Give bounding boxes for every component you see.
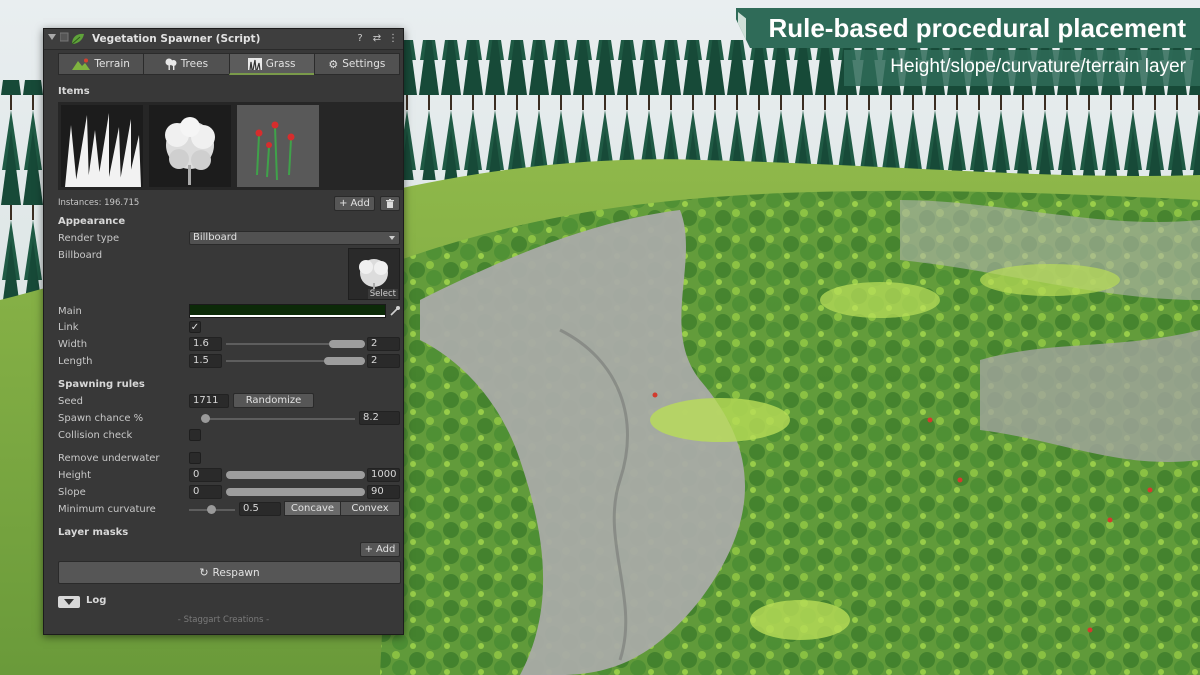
curvature-slider-knob[interactable] xyxy=(207,505,216,514)
tab-label: Grass xyxy=(265,57,296,70)
add-item-button[interactable]: + Add xyxy=(334,196,375,211)
component-header[interactable]: Vegetation Spawner (Script) ? ⇄ ⋮ xyxy=(44,29,403,50)
length-label: Length xyxy=(58,356,93,367)
seed-label: Seed xyxy=(58,396,83,407)
width-min-field[interactable]: 1.6 xyxy=(189,337,222,351)
remove-underwater-label: Remove underwater xyxy=(58,453,160,464)
tab-terrain[interactable]: Terrain xyxy=(58,53,145,75)
vegetation-spawner-inspector: Vegetation Spawner (Script) ? ⇄ ⋮ Terrai… xyxy=(43,28,404,635)
height-max-field[interactable]: 1000 xyxy=(367,468,400,482)
length-max-field[interactable]: 2 xyxy=(367,354,400,368)
foldout-arrow-icon[interactable] xyxy=(48,34,56,40)
add-layer-mask-label: Add xyxy=(376,544,396,555)
spawning-rules-heading: Spawning rules xyxy=(58,379,145,390)
width-max-field[interactable]: 2 xyxy=(367,337,400,351)
flower-item-tile[interactable] xyxy=(237,105,319,187)
bush-texture-thumbnail xyxy=(149,105,231,187)
spawn-chance-field[interactable]: 8.2 xyxy=(359,411,400,425)
height-label: Height xyxy=(58,470,92,481)
grass-texture-thumbnail xyxy=(61,105,143,187)
chevron-down-icon xyxy=(389,236,395,240)
gear-icon: ⚙ xyxy=(328,57,339,71)
tab-label: Terrain xyxy=(94,58,130,70)
width-slider-range[interactable] xyxy=(329,340,365,348)
collision-check-checkbox[interactable] xyxy=(189,429,201,441)
preset-icon[interactable]: ⇄ xyxy=(371,32,383,46)
tab-grass[interactable]: Grass xyxy=(228,53,315,75)
banner-title: Rule-based procedural placement xyxy=(768,13,1186,43)
billboard-label: Billboard xyxy=(58,250,103,261)
tab-trees[interactable]: Trees xyxy=(143,53,230,75)
remove-underwater-checkbox[interactable] xyxy=(189,452,201,464)
trees-icon xyxy=(165,58,177,70)
refresh-icon: ↻ xyxy=(199,566,209,579)
main-color-field[interactable] xyxy=(189,304,386,318)
width-label: Width xyxy=(58,339,88,350)
component-title: Vegetation Spawner (Script) xyxy=(92,33,261,45)
grass-item-tile[interactable] xyxy=(61,105,143,187)
appearance-heading: Appearance xyxy=(58,216,126,227)
seed-field[interactable]: 1711 xyxy=(189,394,229,408)
respawn-label: Respawn xyxy=(212,566,260,579)
more-options-icon[interactable]: ⋮ xyxy=(387,32,399,46)
billboard-texture-field[interactable]: Select xyxy=(348,248,400,300)
plus-icon: + xyxy=(364,544,373,555)
curvature-field[interactable]: 0.5 xyxy=(239,502,281,516)
eyedropper-icon[interactable] xyxy=(389,305,401,317)
instances-count: Instances: 196.715 xyxy=(58,198,140,208)
render-type-value: Billboard xyxy=(193,232,238,243)
tab-label: Settings xyxy=(342,58,386,70)
slope-max-field[interactable]: 90 xyxy=(367,485,400,499)
add-item-label: Add xyxy=(350,198,370,209)
add-layer-mask-button[interactable]: + Add xyxy=(360,542,400,557)
leaf-icon xyxy=(60,32,84,45)
slope-label: Slope xyxy=(58,487,86,498)
convex-toggle[interactable]: Convex xyxy=(340,501,400,516)
height-slider-range[interactable] xyxy=(226,471,365,479)
respawn-button[interactable]: ↻ Respawn xyxy=(58,561,401,584)
delete-item-button[interactable] xyxy=(380,196,400,211)
minimum-curvature-label: Minimum curvature xyxy=(58,504,156,515)
layer-masks-heading: Layer masks xyxy=(58,527,129,538)
trash-icon xyxy=(386,199,394,208)
concave-toggle[interactable]: Concave xyxy=(284,501,341,516)
slope-slider-range[interactable] xyxy=(226,488,365,496)
banner-subtitle: Height/slope/curvature/terrain layer xyxy=(890,56,1186,77)
randomize-button[interactable]: Randomize xyxy=(233,393,314,408)
title-banner: Rule-based procedural placement xyxy=(736,8,1200,48)
spawn-chance-label: Spawn chance % xyxy=(58,413,144,424)
items-grid xyxy=(58,102,403,190)
select-label[interactable]: Select xyxy=(367,289,398,299)
spawn-chance-slider-knob[interactable] xyxy=(201,414,210,423)
collision-check-label: Collision check xyxy=(58,430,133,441)
length-min-field[interactable]: 1.5 xyxy=(189,354,222,368)
slope-min-field[interactable]: 0 xyxy=(189,485,222,499)
tab-bar: Terrain Trees Grass ⚙ Settings xyxy=(58,53,400,75)
footer-credit: - Staggart Creations - xyxy=(177,615,270,625)
plus-icon: + xyxy=(339,198,348,209)
grass-icon xyxy=(247,57,262,70)
length-slider-range[interactable] xyxy=(324,357,365,365)
terrain-icon xyxy=(72,58,91,70)
height-min-field[interactable]: 0 xyxy=(189,468,222,482)
log-label: Log xyxy=(86,595,107,606)
bush-item-tile[interactable] xyxy=(149,105,231,187)
link-label: Link xyxy=(58,322,79,333)
link-checkbox[interactable]: ✓ xyxy=(189,321,201,333)
tab-settings[interactable]: ⚙ Settings xyxy=(313,53,400,75)
render-type-dropdown[interactable]: Billboard xyxy=(189,231,400,245)
help-icon[interactable]: ? xyxy=(354,32,366,46)
spawn-chance-slider-track[interactable] xyxy=(202,418,355,420)
subtitle-banner: Height/slope/curvature/terrain layer xyxy=(844,50,1200,86)
flower-texture-thumbnail xyxy=(237,105,319,187)
main-color-label: Main xyxy=(58,306,82,317)
items-heading: Items xyxy=(58,86,90,97)
log-foldout-toggle[interactable] xyxy=(58,596,80,608)
render-type-label: Render type xyxy=(58,233,120,244)
tab-label: Trees xyxy=(180,58,209,70)
